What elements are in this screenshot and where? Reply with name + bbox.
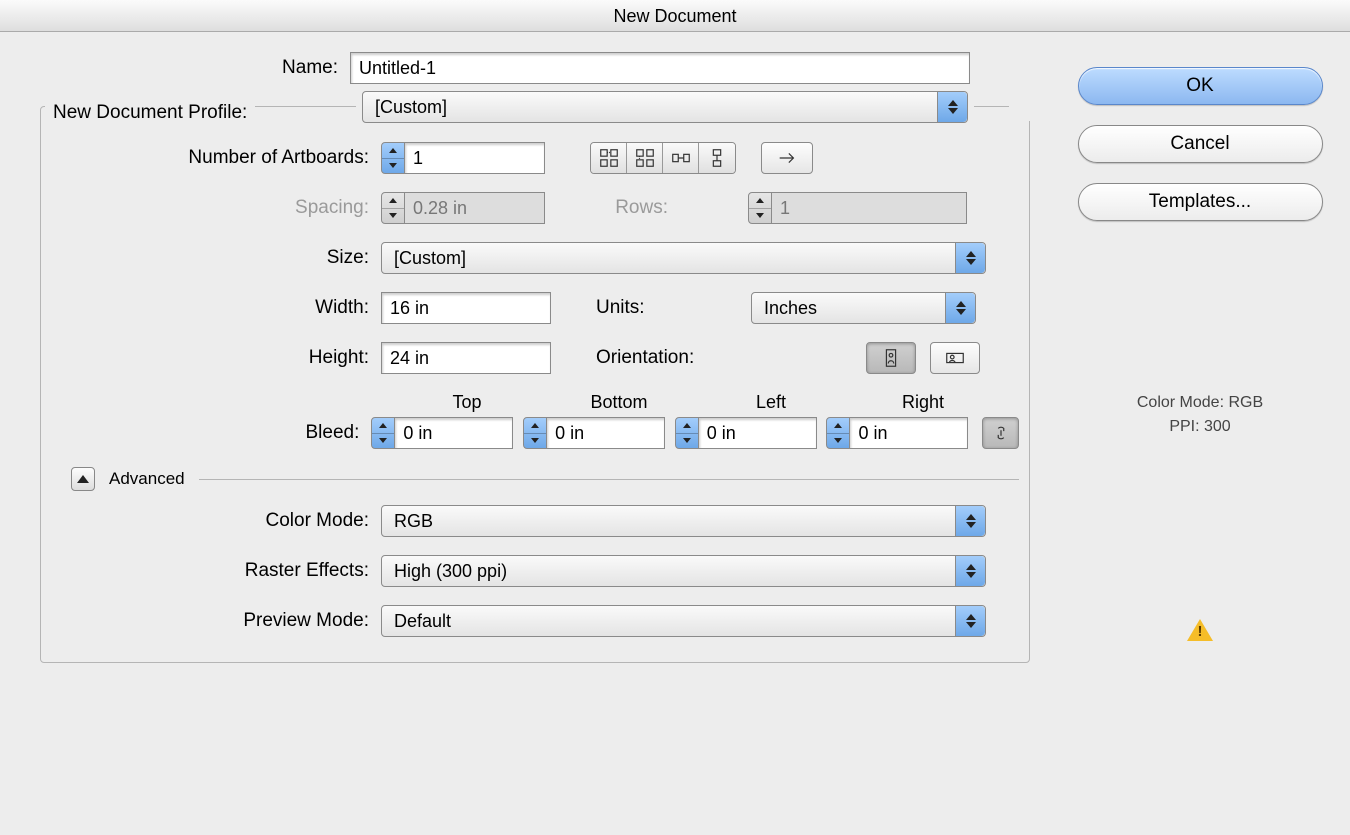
preview-dropdown[interactable]: Default <box>381 605 986 637</box>
bleed-right-label: Right <box>847 392 999 413</box>
artboards-label: Number of Artboards: <box>41 147 381 169</box>
dialog-title: New Document <box>0 0 1350 32</box>
preview-label: Preview Mode: <box>41 610 381 632</box>
units-value: Inches <box>764 298 817 319</box>
link-icon <box>990 422 1012 444</box>
cancel-button[interactable]: Cancel <box>1078 125 1323 163</box>
units-label: Units: <box>551 297 681 319</box>
artboards-input[interactable] <box>405 142 545 174</box>
divider <box>199 479 1019 480</box>
meta-colormode: Color Mode: RGB <box>1060 391 1340 415</box>
rows-stepper <box>748 192 967 224</box>
bleed-top-input[interactable] <box>395 417 513 449</box>
bleed-label: Bleed: <box>41 422 371 444</box>
units-dropdown[interactable]: Inches <box>751 292 976 324</box>
grid-by-row-icon[interactable] <box>591 143 627 173</box>
advanced-label: Advanced <box>109 469 185 489</box>
dropdown-arrows-icon <box>955 556 985 586</box>
dropdown-arrows-icon <box>955 506 985 536</box>
bleed-top-label: Top <box>391 392 543 413</box>
rows-label: Rows: <box>545 197 680 219</box>
advanced-disclosure-button[interactable] <box>71 467 95 491</box>
raster-value: High (300 ppi) <box>394 561 507 582</box>
landscape-icon <box>944 347 966 369</box>
arrange-col-icon[interactable] <box>699 143 735 173</box>
width-input[interactable] <box>381 292 551 324</box>
size-label: Size: <box>41 247 381 269</box>
orientation-label: Orientation: <box>551 347 751 369</box>
arrange-row-icon[interactable] <box>663 143 699 173</box>
bleed-link-button[interactable] <box>982 417 1019 449</box>
size-dropdown[interactable]: [Custom] <box>381 242 986 274</box>
colormode-value: RGB <box>394 511 433 532</box>
name-input[interactable] <box>350 52 970 84</box>
raster-dropdown[interactable]: High (300 ppi) <box>381 555 986 587</box>
bleed-right-stepper[interactable] <box>826 417 968 449</box>
meta-ppi: PPI: 300 <box>1060 415 1340 439</box>
bleed-left-input[interactable] <box>699 417 817 449</box>
orientation-landscape-button[interactable] <box>930 342 980 374</box>
height-input[interactable] <box>381 342 551 374</box>
height-label: Height: <box>41 347 381 369</box>
colormode-label: Color Mode: <box>41 510 381 532</box>
warning-icon: ! <box>1187 619 1213 641</box>
rows-input <box>772 192 967 224</box>
dropdown-arrows-icon <box>945 293 975 323</box>
artboards-stepper[interactable] <box>381 142 545 174</box>
name-label: Name: <box>10 57 350 79</box>
bleed-bottom-stepper[interactable] <box>523 417 665 449</box>
ok-button[interactable]: OK <box>1078 67 1323 105</box>
dropdown-arrows-icon <box>955 243 985 273</box>
spacing-input <box>405 192 545 224</box>
orientation-portrait-button[interactable] <box>866 342 916 374</box>
spacing-stepper <box>381 192 545 224</box>
arrow-right-icon <box>776 147 798 169</box>
bleed-bottom-label: Bottom <box>543 392 695 413</box>
bleed-right-input[interactable] <box>850 417 968 449</box>
bleed-left-label: Left <box>695 392 847 413</box>
raster-label: Raster Effects: <box>41 560 381 582</box>
dropdown-arrows-icon <box>955 606 985 636</box>
portrait-icon <box>880 347 902 369</box>
colormode-dropdown[interactable]: RGB <box>381 505 986 537</box>
bleed-bottom-input[interactable] <box>547 417 665 449</box>
spacing-label: Spacing: <box>41 197 381 219</box>
size-value: [Custom] <box>394 248 466 269</box>
width-label: Width: <box>41 297 381 319</box>
grid-arrangement-segmented[interactable] <box>590 142 736 174</box>
layout-direction-button[interactable] <box>761 142 813 174</box>
bleed-left-stepper[interactable] <box>675 417 817 449</box>
profile-label: New Document Profile: <box>45 102 255 124</box>
grid-by-col-icon[interactable] <box>627 143 663 173</box>
templates-button[interactable]: Templates... <box>1078 183 1323 221</box>
preview-value: Default <box>394 611 451 632</box>
bleed-top-stepper[interactable] <box>371 417 513 449</box>
